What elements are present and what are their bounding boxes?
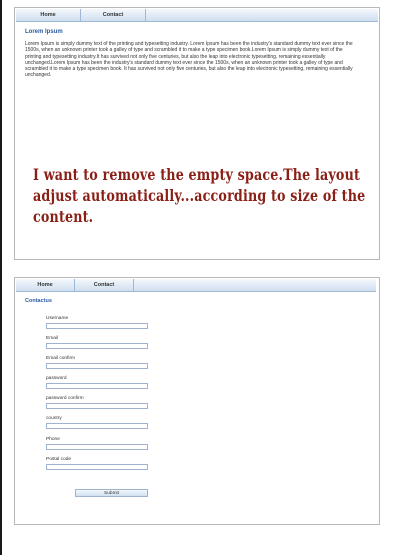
- submit-button[interactable]: Submit: [75, 489, 148, 497]
- nav-home[interactable]: Home: [16, 279, 75, 291]
- email-confirm-input[interactable]: [46, 363, 148, 369]
- nav-contact[interactable]: Contact: [81, 9, 146, 21]
- nav-contact[interactable]: Contact: [75, 279, 134, 291]
- username-input[interactable]: [46, 323, 148, 329]
- email-input[interactable]: [46, 343, 148, 349]
- label-password: password: [46, 376, 67, 381]
- page-preview-content: Home Contact Lorem Ipsum Lorem Ipsum is …: [14, 7, 380, 260]
- window-edge: [0, 0, 2, 555]
- phone-input[interactable]: [46, 444, 148, 450]
- nav-bar: Home Contact: [16, 279, 376, 292]
- label-password-confirm: password confirm: [46, 396, 84, 401]
- form-title: Contactus: [25, 298, 52, 304]
- password-input[interactable]: [46, 383, 148, 389]
- nav-bar: Home Contact: [16, 9, 378, 22]
- label-email: Email: [46, 336, 58, 341]
- label-email-confirm: Email confirm: [46, 356, 76, 361]
- country-input[interactable]: [46, 423, 148, 429]
- page-preview-form: Home Contact Contactus Username Email Em…: [14, 277, 380, 525]
- label-username: Username: [46, 316, 69, 321]
- postal-code-input[interactable]: [46, 464, 148, 470]
- nav-home[interactable]: Home: [16, 9, 81, 21]
- label-phone: Phone: [46, 437, 60, 442]
- content-title: Lorem Ipsum: [25, 29, 63, 35]
- content-body: Lorem Ipsum is simply dummy text of the …: [25, 41, 353, 79]
- annotation-text: I want to remove the empty space.The lay…: [33, 165, 366, 226]
- label-postal-code: Postal code: [46, 457, 72, 462]
- password-confirm-input[interactable]: [46, 403, 148, 409]
- label-country: country: [46, 416, 62, 421]
